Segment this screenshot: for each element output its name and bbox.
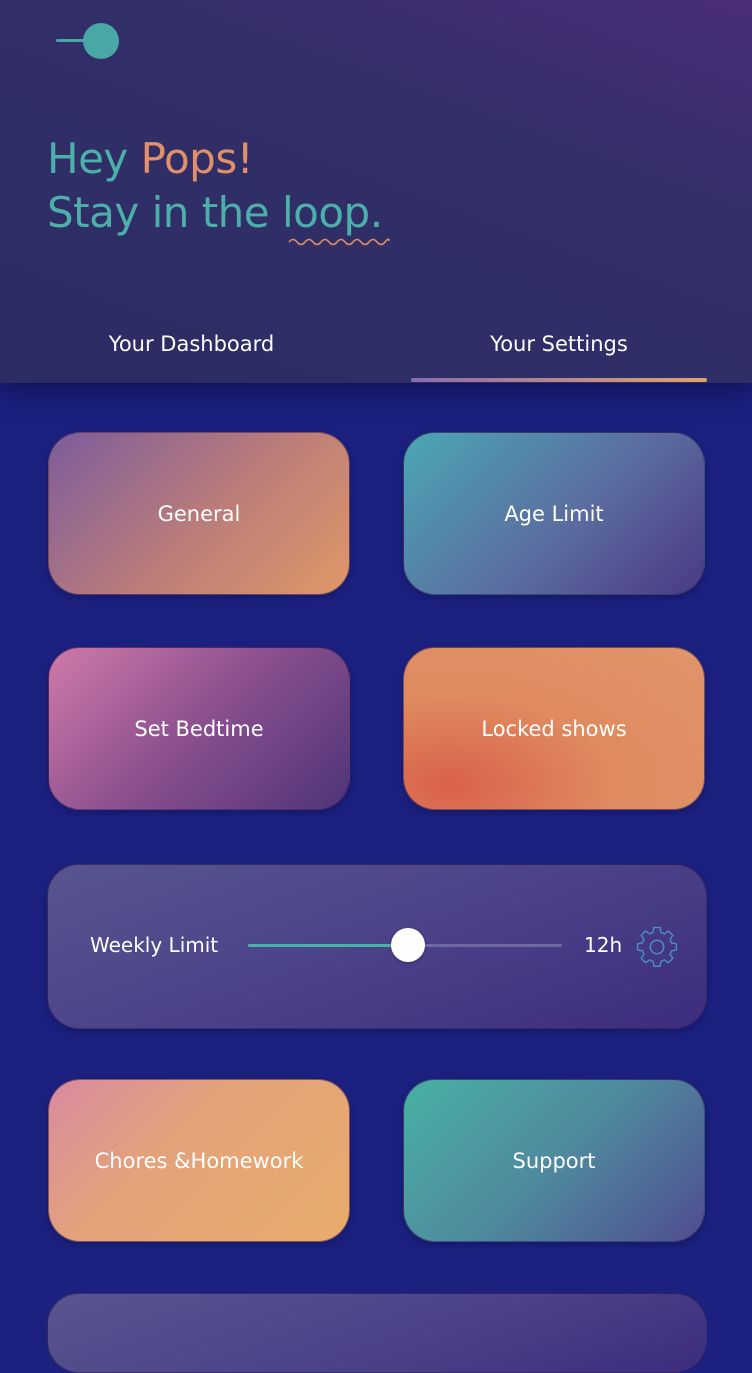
tab-settings[interactable]: Your Settings xyxy=(411,332,707,356)
chores-homework-card[interactable]: Chores &Homework xyxy=(48,1079,350,1242)
set-bedtime-label: Set Bedtime xyxy=(134,716,264,741)
active-tab-indicator xyxy=(411,378,707,382)
age-limit-card[interactable]: Age Limit xyxy=(403,432,705,595)
chores-homework-label: Chores &Homework xyxy=(94,1148,304,1173)
tab-bar: Your Dashboard Your Settings xyxy=(0,318,752,383)
locked-shows-card[interactable]: Locked shows xyxy=(403,647,705,810)
weekly-limit-value: 12h xyxy=(584,933,623,957)
set-bedtime-card[interactable]: Set Bedtime xyxy=(48,647,350,810)
general-card[interactable]: General xyxy=(48,432,350,595)
general-label: General xyxy=(157,501,241,526)
weekly-limit-label: Weekly Limit xyxy=(90,933,219,957)
greeting-name: Pops! xyxy=(140,134,254,183)
app-header: Hey Pops! Stay in the loop. Your Dashboa… xyxy=(0,0,752,383)
greeting-tagline: Stay in the loop. xyxy=(47,186,383,240)
squiggle-underline-icon xyxy=(288,238,390,246)
toggle-logo-icon xyxy=(56,22,122,60)
greeting-hey: Hey xyxy=(47,134,128,183)
age-limit-label: Age Limit xyxy=(504,501,604,526)
tagline-prefix: Stay in the xyxy=(47,188,270,237)
support-card[interactable]: Support xyxy=(403,1079,705,1242)
partial-card[interactable] xyxy=(47,1293,707,1373)
gear-icon[interactable] xyxy=(634,924,680,970)
tab-dashboard[interactable]: Your Dashboard xyxy=(0,332,383,356)
tagline-word: loop. xyxy=(282,188,383,237)
support-label: Support xyxy=(512,1148,596,1173)
slider-thumb[interactable] xyxy=(391,928,426,962)
greeting-heading: Hey Pops! Stay in the loop. xyxy=(47,132,383,240)
slider-fill xyxy=(248,944,409,947)
weekly-limit-slider[interactable] xyxy=(248,925,562,965)
weekly-limit-card: Weekly Limit 12h xyxy=(47,864,707,1029)
locked-shows-label: Locked shows xyxy=(481,716,627,741)
